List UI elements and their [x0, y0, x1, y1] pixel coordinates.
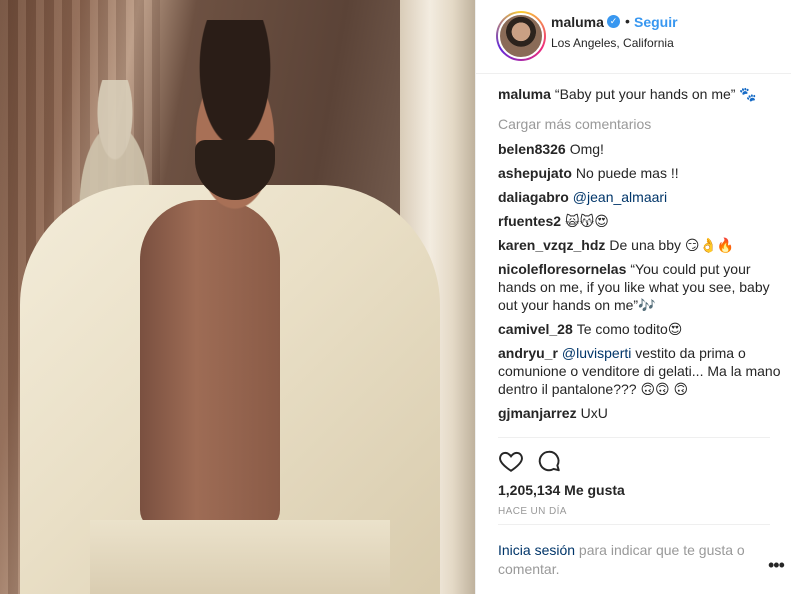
post-location[interactable]: Los Angeles, California — [551, 36, 674, 50]
divider — [498, 437, 770, 438]
heart-outline-icon[interactable] — [498, 448, 526, 476]
comment-item: camivel_28 Te como todito😍 — [498, 320, 783, 338]
comment-author[interactable]: andryu_r — [498, 345, 558, 361]
comment-author[interactable]: daliagabro — [498, 189, 569, 205]
post-sidebar: maluma ✓ • Seguir Los Angeles, Californi… — [475, 0, 791, 594]
comment-item: ashepujato No puede mas !! — [498, 164, 783, 182]
post-caption: maluma “Baby put your hands on me” 🐾 — [498, 84, 783, 104]
comment-item: gjmanjarrez UxU — [498, 404, 783, 422]
comment-mention[interactable]: @jean_almaari — [573, 189, 667, 205]
comment-author[interactable]: belen8326 — [498, 141, 566, 157]
comment-text: Te como todito😍 — [576, 321, 683, 337]
comment-text: 🙀😽😍 — [565, 213, 609, 229]
caption-author[interactable]: maluma — [498, 86, 551, 102]
comment-author[interactable]: rfuentes2 — [498, 213, 561, 229]
load-more-comments-button[interactable]: Cargar más comentarios — [498, 114, 783, 134]
follow-button[interactable]: Seguir — [634, 14, 678, 30]
comment-item: nicolefloresornelas “You could put your h… — [498, 260, 783, 314]
divider — [498, 524, 770, 525]
comment-item: belen8326 Omg! — [498, 140, 783, 158]
comment-text: De una bby 😏👌🔥 — [609, 237, 735, 253]
comment-text: Omg! — [569, 141, 604, 157]
speech-bubble-icon[interactable] — [536, 448, 564, 476]
caption-text: “Baby put your hands on me” 🐾 — [554, 86, 757, 102]
post-photo[interactable] — [0, 0, 475, 594]
post-timestamp: HACE UN DÍA — [498, 506, 567, 517]
login-prompt: Inicia sesión para indicar que te gusta … — [498, 541, 758, 579]
avatar[interactable] — [496, 11, 546, 61]
verified-badge-icon: ✓ — [607, 15, 620, 28]
post-username[interactable]: maluma — [551, 14, 604, 30]
more-options-icon[interactable]: ••• — [768, 555, 785, 576]
comment-text: UxU — [580, 405, 608, 421]
comment-item: karen_vzqz_hdz De una bby 😏👌🔥 — [498, 236, 783, 254]
comment-author[interactable]: camivel_28 — [498, 321, 573, 337]
comment-author[interactable]: ashepujato — [498, 165, 572, 181]
comment-author[interactable]: karen_vzqz_hdz — [498, 237, 605, 253]
comment-item: andryu_r @luvisperti vestito da prima o c… — [498, 344, 783, 398]
separator-dot: • — [625, 13, 630, 29]
comment-item: daliagabro @jean_almaari — [498, 188, 783, 206]
login-link[interactable]: Inicia sesión — [498, 542, 575, 558]
torso — [140, 200, 280, 530]
like-count[interactable]: 1,205,134 Me gusta — [498, 482, 625, 498]
comment-author[interactable]: nicolefloresornelas — [498, 261, 626, 277]
cream-pants — [90, 520, 390, 594]
comment-author[interactable]: gjmanjarrez — [498, 405, 577, 421]
comment-mention[interactable]: @luvisperti — [562, 345, 631, 361]
comment-text: No puede mas !! — [575, 165, 679, 181]
post-header: maluma ✓ • Seguir Los Angeles, Californi… — [476, 0, 791, 74]
comment-item: rfuentes2 🙀😽😍 — [498, 212, 783, 230]
comments-list: maluma “Baby put your hands on me” 🐾 Carg… — [498, 84, 783, 436]
